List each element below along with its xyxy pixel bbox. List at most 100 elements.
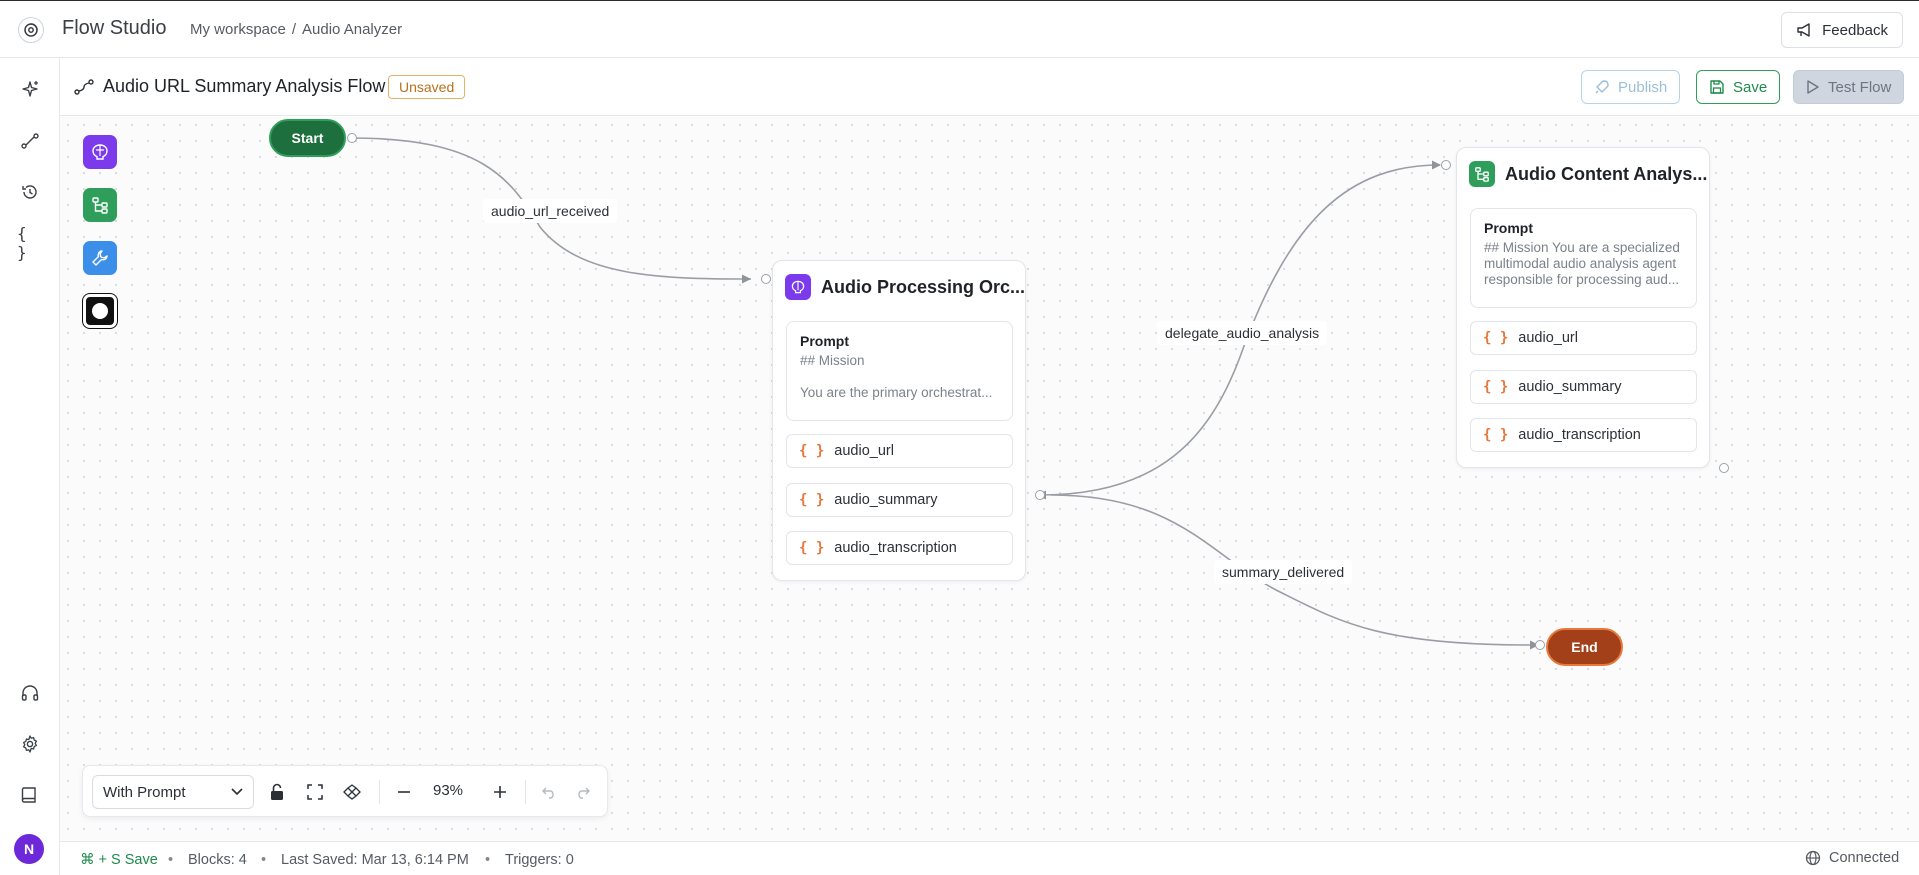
variable-name: audio_transcription (1518, 427, 1641, 443)
variable-name: audio_summary (834, 492, 938, 508)
edge-label-summary-delivered[interactable]: summary_delivered (1214, 560, 1353, 584)
redo-icon[interactable] (570, 779, 596, 805)
prompt-box[interactable]: Prompt ## Mission You are a specialized … (1470, 208, 1697, 308)
edge-label-delegate-audio-analysis[interactable]: delegate_audio_analysis (1157, 321, 1328, 345)
undo-icon[interactable] (536, 779, 562, 805)
blocks-count: Blocks: 4 (188, 852, 247, 868)
variable-name: audio_transcription (834, 540, 957, 556)
breadcrumb-separator: / (291, 21, 297, 38)
user-avatar[interactable]: N (14, 834, 44, 864)
braces-icon: { } (799, 492, 825, 508)
braces-icon: { } (1483, 427, 1509, 443)
agent-brain-icon (785, 274, 811, 300)
test-flow-label: Test Flow (1828, 78, 1892, 96)
end-node[interactable]: End (1546, 628, 1623, 666)
orchestrator-output-port[interactable] (1035, 490, 1045, 500)
braces-icon: { } (1483, 379, 1509, 395)
top-bar: Flow Studio My workspace / Audio Analyze… (0, 0, 1919, 58)
breadcrumb-workspace[interactable]: My workspace (190, 21, 286, 38)
mode-select-value: With Prompt (103, 783, 186, 801)
app-logo-icon[interactable] (18, 17, 44, 43)
wrench-tool-icon[interactable] (83, 241, 117, 275)
floppy-disk-icon (1710, 80, 1724, 94)
variable-name: audio_url (1518, 330, 1578, 346)
variable-name: audio_url (834, 443, 894, 459)
publish-button[interactable]: Publish (1581, 70, 1681, 104)
flow-route-icon (74, 79, 94, 95)
braces-icon: { } (799, 540, 825, 556)
zoom-level: 93% (433, 782, 464, 799)
save-label: Save (1733, 78, 1768, 96)
canvas-toolbar: With Prompt 93% (82, 765, 608, 817)
variable-row[interactable]: { } audio_summary (786, 483, 1013, 517)
prompt-title: Prompt (800, 333, 849, 349)
megaphone-icon (1797, 23, 1810, 37)
node-title: Audio Content Analys... (1505, 163, 1708, 184)
agent-block-icon[interactable] (83, 135, 117, 169)
publish-label: Publish (1618, 78, 1668, 96)
fit-view-icon[interactable] (302, 779, 328, 805)
orchestrator-input-port[interactable] (761, 274, 771, 284)
orchestrator-node[interactable]: Audio Processing Orc... Prompt ## Missio… (772, 260, 1026, 581)
flow-route-icon[interactable] (17, 128, 43, 154)
zoom-out-icon[interactable] (391, 779, 417, 805)
save-shortcut-hint: ⌘ + S Save (80, 852, 158, 868)
chevron-down-icon (231, 788, 243, 796)
app-title: Flow Studio (62, 17, 167, 39)
prompt-line: ## Mission (800, 353, 865, 368)
auto-layout-icon[interactable] (339, 779, 365, 805)
left-rail: { } N (0, 58, 60, 875)
prompt-text: ## Mission You are a specialized multimo… (1484, 240, 1680, 287)
headphones-icon[interactable] (17, 680, 43, 706)
variable-name: audio_summary (1518, 379, 1622, 395)
lock-icon[interactable] (264, 779, 290, 805)
end-block-icon[interactable] (83, 294, 117, 328)
start-label: Start (291, 130, 324, 146)
separator-dot: • (485, 852, 491, 868)
braces-icon: { } (799, 443, 825, 459)
node-header: Audio Processing Orc... (785, 274, 1025, 300)
separator-dot: • (168, 852, 174, 868)
analyzer-input-port[interactable] (1441, 160, 1451, 170)
braces-icon: { } (1483, 330, 1509, 346)
variable-row[interactable]: { } audio_summary (1470, 370, 1697, 404)
end-label: End (1571, 639, 1598, 655)
prompt-box[interactable]: Prompt ## Mission You are the primary or… (786, 321, 1013, 421)
analyzer-node[interactable]: Audio Content Analys... Prompt ## Missio… (1456, 147, 1710, 468)
save-button[interactable]: Save (1696, 70, 1781, 104)
end-input-port[interactable] (1535, 640, 1545, 650)
start-output-port[interactable] (347, 133, 357, 143)
gear-icon[interactable] (17, 731, 43, 757)
breadcrumb: My workspace / Audio Analyzer (190, 21, 402, 38)
flow-title[interactable]: Audio URL Summary Analysis Flow (103, 76, 385, 97)
node-title: Audio Processing Orc... (821, 276, 1026, 297)
status-bar: ⌘ + S Save • Blocks: 4 • Last Saved: Mar… (60, 841, 1919, 875)
variable-row[interactable]: { } audio_transcription (786, 531, 1013, 565)
test-flow-button[interactable]: Test Flow (1793, 70, 1905, 104)
connection-label: Connected (1829, 850, 1900, 866)
node-header: Audio Content Analys... (1469, 161, 1707, 187)
variable-row[interactable]: { } audio_url (786, 434, 1013, 468)
zoom-in-icon[interactable] (487, 779, 513, 805)
feedback-label: Feedback (1822, 21, 1888, 39)
arrowhead (742, 274, 751, 284)
variable-row[interactable]: { } audio_transcription (1470, 418, 1697, 452)
feedback-button[interactable]: Feedback (1781, 12, 1903, 48)
globe-icon (1805, 850, 1821, 866)
play-icon (1807, 80, 1819, 94)
variables-braces-icon[interactable]: { } (17, 224, 43, 262)
sparkles-icon[interactable] (17, 76, 43, 102)
analyzer-output-port[interactable] (1719, 463, 1729, 473)
prompt-line: You are the primary orchestrat... (800, 385, 993, 400)
history-icon[interactable] (17, 179, 43, 205)
flow-canvas[interactable]: Start End audio_url_received delegate_au… (60, 117, 1919, 841)
breadcrumb-project[interactable]: Audio Analyzer (302, 21, 402, 38)
mode-select[interactable]: With Prompt (92, 775, 254, 809)
unsaved-badge: Unsaved (388, 75, 466, 99)
workflow-block-icon[interactable] (83, 188, 117, 222)
book-icon[interactable] (17, 782, 43, 808)
rocket-icon (1595, 80, 1609, 94)
variable-row[interactable]: { } audio_url (1470, 321, 1697, 355)
start-node[interactable]: Start (269, 119, 346, 157)
edge-label-audio-url-received[interactable]: audio_url_received (483, 199, 618, 223)
